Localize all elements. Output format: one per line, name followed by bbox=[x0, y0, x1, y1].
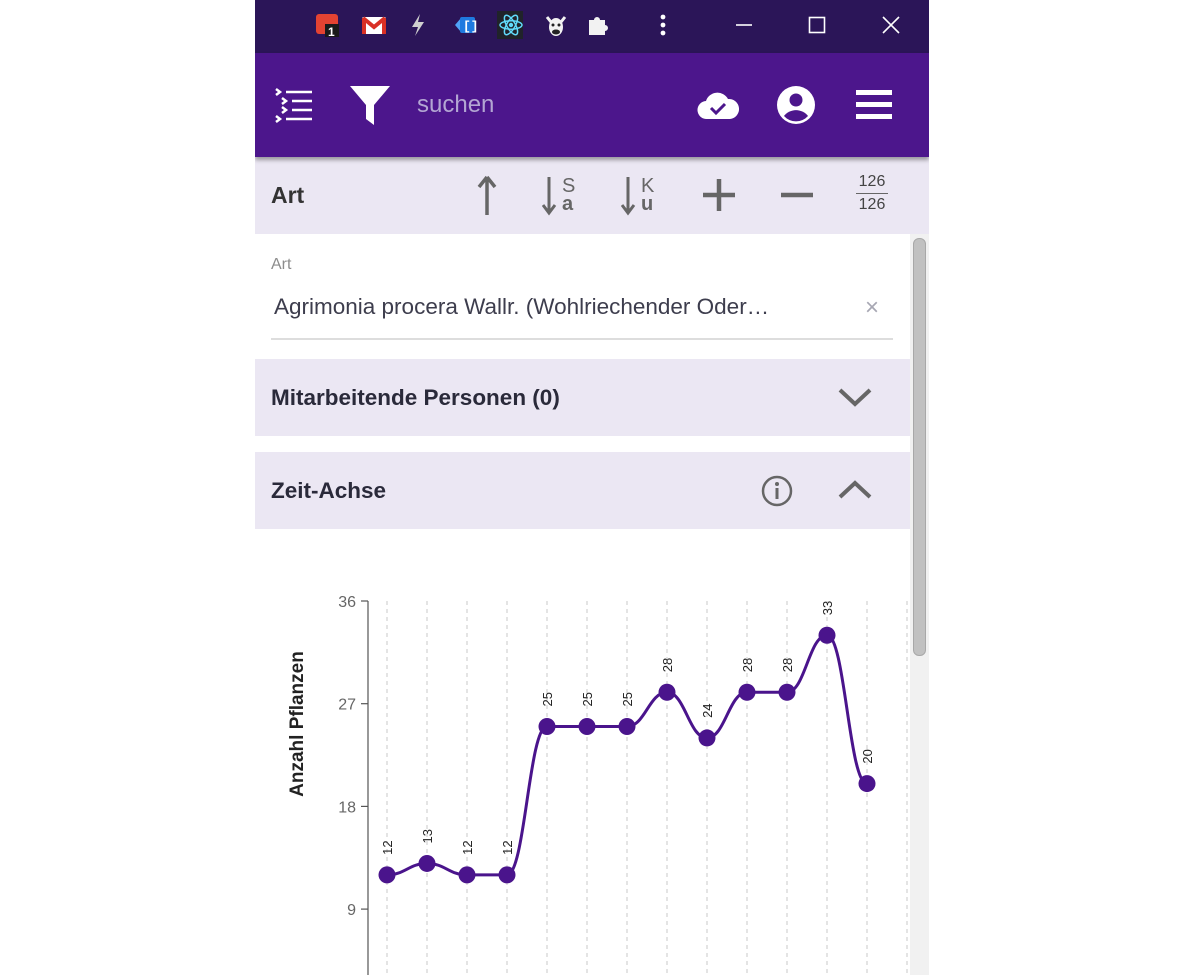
data-label: 12 bbox=[460, 840, 475, 854]
data-label: 12 bbox=[500, 840, 515, 854]
chevron-up-icon[interactable] bbox=[837, 478, 873, 507]
zeitachse-chart: 9 18 27 36 Anzahl Pflanzen 12 13 12 12 25 25 25 28 24… bbox=[255, 529, 910, 975]
sort-k-button[interactable]: K u bbox=[621, 173, 654, 217]
account-circle-icon[interactable] bbox=[776, 85, 816, 125]
close-window-button[interactable] bbox=[874, 10, 908, 40]
zeitachse-panel-header[interactable]: Zeit-Achse bbox=[255, 452, 910, 529]
art-select-input[interactable]: Agrimonia procera Wallr. (Wohlriechender… bbox=[274, 294, 769, 320]
art-field-label: Art bbox=[271, 256, 292, 273]
puzzle-icon[interactable] bbox=[585, 12, 611, 38]
data-label: 28 bbox=[780, 658, 795, 672]
data-label: 13 bbox=[420, 829, 435, 843]
y-tick-label: 18 bbox=[338, 799, 356, 816]
info-icon[interactable] bbox=[760, 474, 794, 513]
chart-svg: 9 18 27 36 Anzahl Pflanzen 12 13 12 12 25 25 25 28 24… bbox=[287, 594, 908, 975]
lightning-icon[interactable] bbox=[405, 12, 431, 38]
data-point[interactable] bbox=[498, 866, 516, 884]
data-label: 33 bbox=[820, 601, 835, 615]
bracket-extension-icon[interactable]: [] bbox=[451, 12, 477, 38]
sort-alpha-bottom: a bbox=[562, 193, 574, 215]
count-total: 126 bbox=[858, 196, 886, 213]
count-shown: 126 bbox=[858, 173, 886, 190]
scrollbar-thumb[interactable] bbox=[913, 238, 926, 656]
data-point[interactable] bbox=[458, 866, 476, 884]
tree-menu-icon[interactable] bbox=[273, 85, 315, 125]
scrollbar[interactable] bbox=[910, 234, 929, 975]
sort-k-bottom: u bbox=[641, 193, 654, 215]
search-input[interactable]: suchen bbox=[417, 91, 494, 119]
data-label: 12 bbox=[380, 840, 395, 854]
data-point[interactable] bbox=[858, 775, 876, 793]
zeitachse-panel-title: Zeit-Achse bbox=[271, 478, 387, 503]
data-point[interactable] bbox=[738, 683, 756, 701]
remove-icon[interactable] bbox=[779, 173, 815, 217]
add-icon[interactable] bbox=[701, 173, 737, 217]
data-label: 25 bbox=[580, 692, 595, 706]
data-point[interactable] bbox=[418, 854, 436, 872]
more-vert-icon[interactable] bbox=[650, 12, 676, 38]
data-point[interactable] bbox=[378, 866, 396, 884]
node-count: 126 126 bbox=[852, 171, 892, 216]
toolbar-title: Art bbox=[271, 182, 305, 208]
app-bar: suchen bbox=[255, 53, 929, 157]
y-tick-label: 9 bbox=[347, 902, 356, 919]
minimize-button[interactable] bbox=[727, 10, 761, 40]
react-devtools-icon[interactable] bbox=[497, 11, 523, 39]
arrow-up-icon[interactable] bbox=[474, 173, 500, 217]
y-tick-label: 36 bbox=[338, 594, 356, 611]
data-label: 20 bbox=[860, 749, 875, 763]
cow-icon[interactable] bbox=[543, 12, 569, 38]
data-label: 25 bbox=[620, 692, 635, 706]
chevron-down-icon[interactable] bbox=[837, 385, 873, 414]
y-tick-label: 27 bbox=[338, 697, 356, 714]
data-point[interactable] bbox=[538, 718, 556, 736]
data-point[interactable] bbox=[698, 729, 716, 747]
data-label: 25 bbox=[540, 692, 555, 706]
browser-titlebar: 1 [] bbox=[255, 0, 929, 53]
filter-icon[interactable] bbox=[348, 82, 392, 128]
art-field-underline bbox=[271, 338, 893, 340]
hamburger-menu-icon[interactable] bbox=[854, 87, 894, 123]
todoist-badge: 1 bbox=[328, 25, 335, 38]
cloud-done-icon[interactable] bbox=[697, 87, 739, 123]
clear-icon[interactable]: × bbox=[865, 294, 879, 322]
data-point[interactable] bbox=[618, 718, 636, 736]
maximize-button[interactable] bbox=[800, 10, 834, 40]
data-label: 28 bbox=[660, 658, 675, 672]
tree-toolbar: Art S a K u 126 126 bbox=[255, 157, 929, 234]
data-point[interactable] bbox=[578, 718, 596, 736]
app-window: 1 [] bbox=[255, 0, 929, 975]
mitarbeitende-panel-header[interactable]: Mitarbeitende Personen (0) bbox=[255, 359, 910, 436]
svg-text:[]: [] bbox=[463, 19, 477, 34]
mitarbeitende-panel-title: Mitarbeitende Personen (0) bbox=[271, 385, 560, 410]
y-axis-title: Anzahl Pflanzen bbox=[287, 651, 308, 797]
data-point[interactable] bbox=[658, 683, 676, 701]
data-label: 28 bbox=[740, 658, 755, 672]
gmail-icon[interactable] bbox=[361, 12, 387, 38]
sort-alpha-button[interactable]: S a bbox=[542, 173, 575, 217]
data-point[interactable] bbox=[778, 683, 796, 701]
data-label: 24 bbox=[700, 703, 715, 717]
data-point[interactable] bbox=[818, 626, 836, 644]
todoist-icon[interactable]: 1 bbox=[315, 12, 341, 38]
